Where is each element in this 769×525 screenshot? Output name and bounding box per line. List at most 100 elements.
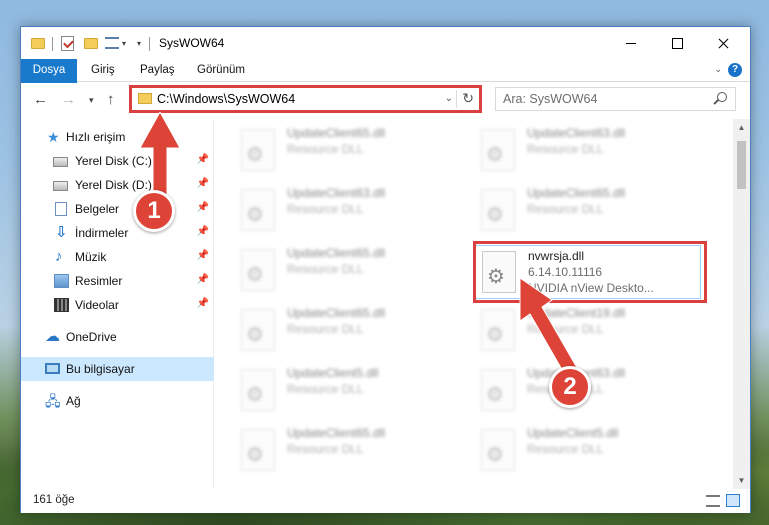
maximize-button[interactable] bbox=[654, 27, 700, 59]
document-icon bbox=[55, 202, 67, 216]
search-input[interactable]: Ara: SysWOW64 bbox=[495, 87, 736, 111]
file-item[interactable]: UpdateClient65.dll Resource DLL bbox=[215, 245, 445, 295]
dll-file-icon bbox=[481, 129, 515, 171]
sidebar-item-this-pc[interactable]: Bu bilgisayar bbox=[21, 357, 214, 381]
file-name: UpdateClient65.dll bbox=[287, 426, 386, 440]
sidebar-item-network[interactable]: 🖧 Ağ bbox=[21, 389, 214, 413]
file-highlight-box bbox=[473, 241, 707, 303]
file-item[interactable]: UpdateClient65.dll Resource DLL bbox=[455, 185, 685, 235]
file-name: UpdateClient65.dll bbox=[527, 186, 626, 200]
file-item[interactable]: UpdateClient65.dll Resource DLL bbox=[215, 125, 445, 175]
dll-file-icon bbox=[481, 429, 515, 471]
file-type: Resource DLL bbox=[287, 202, 364, 216]
dll-file-icon bbox=[481, 189, 515, 231]
window-title: SysWOW64 bbox=[159, 36, 225, 50]
up-button[interactable]: ↑ bbox=[107, 91, 115, 108]
scroll-up-icon[interactable]: ▲ bbox=[733, 119, 750, 136]
pin-icon[interactable]: 📌 bbox=[197, 274, 209, 285]
network-icon: 🖧 bbox=[45, 393, 61, 409]
pin-icon[interactable]: 📌 bbox=[197, 298, 209, 309]
pin-icon[interactable]: 📌 bbox=[197, 202, 209, 213]
dll-file-icon bbox=[241, 309, 275, 351]
vertical-scrollbar[interactable]: ▲ ▼ bbox=[733, 119, 750, 489]
sidebar-item-label: Ağ bbox=[66, 394, 81, 408]
file-explorer-window: ▾ ▾ SysWOW64 Dosya Giriş Paylaş Görünüm … bbox=[20, 26, 751, 513]
tab-home[interactable]: Giriş bbox=[85, 59, 121, 82]
title-bar: ▾ ▾ SysWOW64 bbox=[21, 27, 750, 59]
file-item[interactable]: UpdateClient63.dll Resource DLL bbox=[215, 185, 445, 235]
sidebar-item-label: Resimler bbox=[75, 274, 123, 288]
file-name: UpdateClient5.dll bbox=[287, 366, 379, 380]
pin-icon[interactable]: 📌 bbox=[197, 178, 209, 189]
file-type: Resource DLL bbox=[527, 202, 604, 216]
tab-share[interactable]: Paylaş bbox=[134, 59, 181, 82]
sidebar-item-label: Hızlı erişim bbox=[66, 130, 126, 144]
pictures-icon bbox=[54, 274, 69, 288]
step-1-badge: 1 bbox=[133, 190, 175, 232]
download-icon: ⇩ bbox=[55, 224, 68, 241]
dll-file-icon bbox=[241, 189, 275, 231]
file-name: UpdateClient65.dll bbox=[287, 246, 386, 260]
sidebar-item-music[interactable]: ♪ Müzik 📌 bbox=[21, 245, 214, 269]
dll-file-icon bbox=[241, 429, 275, 471]
chevron-down-icon[interactable]: ▾ bbox=[122, 39, 126, 55]
file-name: UpdateClient63.dll bbox=[287, 186, 386, 200]
file-name: UpdateClient63.dll bbox=[527, 126, 626, 140]
pin-icon[interactable]: 📌 bbox=[197, 226, 209, 237]
music-icon: ♪ bbox=[55, 248, 63, 265]
file-type: Resource DLL bbox=[527, 142, 604, 156]
large-icons-view-icon[interactable] bbox=[726, 494, 740, 507]
recent-locations-button[interactable]: ▾ bbox=[89, 95, 94, 106]
file-type: Resource DLL bbox=[287, 442, 364, 456]
file-item[interactable]: UpdateClient5.dll Resource DLL bbox=[215, 365, 445, 415]
expand-ribbon-icon[interactable]: ⌄ bbox=[714, 64, 722, 75]
sidebar-item-pictures[interactable]: Resimler 📌 bbox=[21, 269, 214, 293]
minimize-button[interactable] bbox=[608, 27, 654, 59]
search-placeholder: Ara: SysWOW64 bbox=[503, 92, 598, 106]
new-folder-icon[interactable] bbox=[84, 38, 98, 49]
scroll-down-icon[interactable]: ▼ bbox=[733, 472, 750, 489]
status-bar: 161 öğe bbox=[21, 489, 750, 513]
sidebar-item-label: İndirmeler bbox=[75, 226, 129, 240]
file-name: UpdateClient5.dll bbox=[527, 426, 619, 440]
close-button[interactable] bbox=[700, 27, 746, 59]
file-type: Resource DLL bbox=[287, 382, 364, 396]
forward-button[interactable]: → bbox=[61, 91, 76, 108]
dll-file-icon bbox=[241, 249, 275, 291]
item-count: 161 öğe bbox=[33, 494, 75, 506]
toolbar-separator bbox=[149, 37, 150, 51]
file-type: Resource DLL bbox=[287, 322, 364, 336]
file-item[interactable]: UpdateClient65.dll Resource DLL bbox=[215, 305, 445, 355]
disk-icon bbox=[53, 157, 68, 167]
file-item[interactable]: UpdateClient63.dll Resource DLL bbox=[455, 125, 685, 175]
file-item[interactable]: UpdateClient65.dll Resource DLL bbox=[215, 425, 445, 475]
file-item[interactable]: UpdateClient5.dll Resource DLL bbox=[455, 425, 685, 475]
tab-view[interactable]: Görünüm bbox=[191, 59, 251, 82]
customize-toolbar-icon[interactable]: ▾ bbox=[137, 39, 141, 55]
search-icon[interactable] bbox=[717, 92, 727, 102]
dll-file-icon bbox=[241, 369, 275, 411]
sidebar-item-label: Belgeler bbox=[75, 202, 120, 216]
disk-icon bbox=[53, 181, 68, 191]
sidebar-item-label: Bu bilgisayar bbox=[66, 362, 135, 376]
address-highlight-box bbox=[129, 85, 482, 113]
pin-icon[interactable]: 📌 bbox=[197, 154, 209, 165]
folder-icon bbox=[31, 38, 45, 49]
scrollbar-thumb[interactable] bbox=[737, 141, 746, 189]
details-view-icon[interactable] bbox=[706, 495, 720, 507]
file-list: UpdateClient65.dll Resource DLL UpdateCl… bbox=[215, 119, 732, 489]
back-button[interactable]: ← bbox=[33, 91, 48, 108]
dll-file-icon bbox=[241, 129, 275, 171]
pin-icon[interactable]: 📌 bbox=[197, 250, 209, 261]
sidebar-item-onedrive[interactable]: ☁ OneDrive bbox=[21, 325, 214, 349]
properties-icon[interactable] bbox=[61, 36, 74, 51]
toolbar-separator bbox=[52, 37, 53, 51]
sidebar-item-label: Müzik bbox=[75, 250, 107, 264]
view-icon[interactable] bbox=[105, 37, 119, 49]
star-icon: ★ bbox=[47, 129, 60, 145]
help-icon[interactable]: ? bbox=[728, 63, 742, 77]
file-type: Resource DLL bbox=[527, 442, 604, 456]
sidebar-item-downloads[interactable]: ⇩ İndirmeler 📌 bbox=[21, 221, 214, 245]
video-icon bbox=[54, 298, 69, 312]
sidebar-item-videos[interactable]: Videolar 📌 bbox=[21, 293, 214, 317]
